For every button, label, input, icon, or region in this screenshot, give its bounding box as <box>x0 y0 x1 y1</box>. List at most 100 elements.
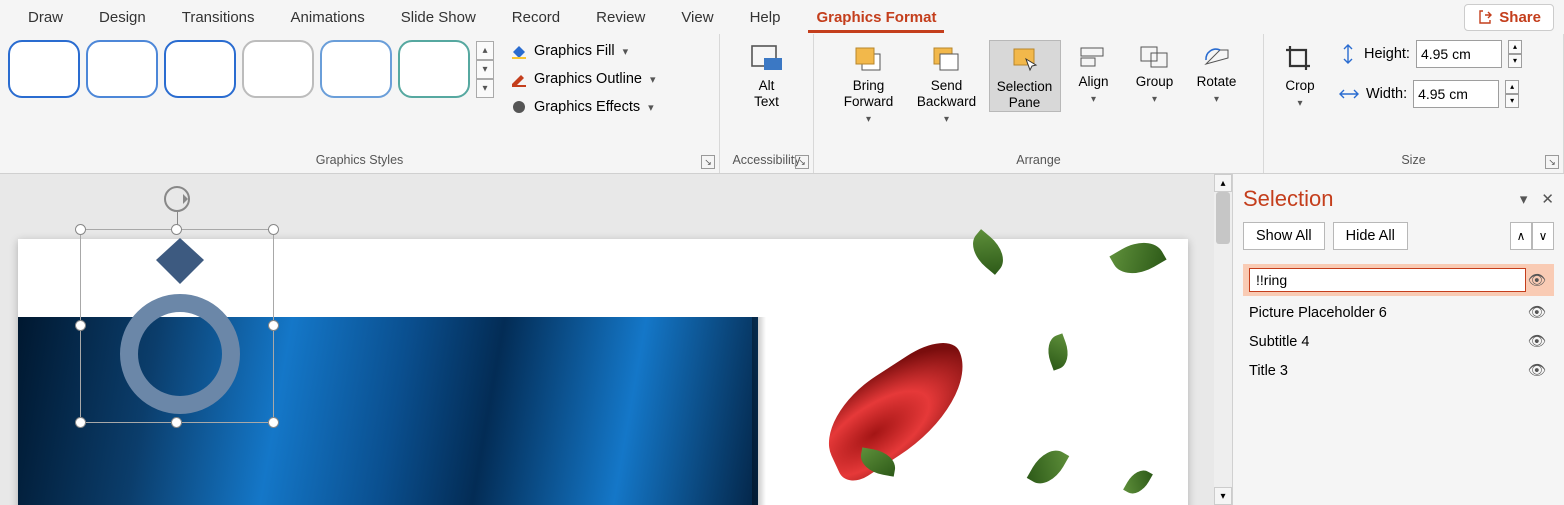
group-label-arrange: Arrange <box>822 151 1255 171</box>
leaf-6[interactable] <box>1123 465 1153 498</box>
gallery-more-icon[interactable]: ▾ <box>476 79 494 98</box>
gallery-up-icon[interactable]: ▴ <box>476 41 494 60</box>
leaf-5[interactable] <box>1027 443 1070 491</box>
group-size: Crop▾ Height: ▴▾ Width: ▴▾ Size ↘ <box>1264 34 1564 173</box>
tab-animations[interactable]: Animations <box>273 3 383 32</box>
height-spin-up[interactable]: ▴ <box>1508 40 1522 54</box>
scroll-thumb[interactable] <box>1216 192 1230 244</box>
size-launcher-icon[interactable]: ↘ <box>1545 155 1559 169</box>
pane-title: Selection <box>1243 186 1334 212</box>
selection-pane-icon <box>1008 45 1042 75</box>
selection-pane-label: Selection Pane <box>997 79 1053 111</box>
handle-ne[interactable] <box>268 224 279 235</box>
pane-item-label: Subtitle 4 <box>1249 334 1309 350</box>
style-thumb-1[interactable] <box>8 40 80 98</box>
pane-item-rename-input[interactable] <box>1249 268 1526 292</box>
handle-n[interactable] <box>171 224 182 235</box>
handle-sw[interactable] <box>75 417 86 428</box>
graphics-outline-button[interactable]: Graphics Outline▾ <box>506 68 660 90</box>
tab-transitions[interactable]: Transitions <box>164 3 273 32</box>
tab-draw[interactable]: Draw <box>10 3 81 32</box>
graphics-effects-button[interactable]: Graphics Effects▾ <box>506 96 660 118</box>
graphics-outline-label: Graphics Outline <box>534 71 642 87</box>
width-label: Width: <box>1366 86 1407 102</box>
group-accessibility: Alt Text Accessibility ↘ <box>720 34 814 173</box>
rotate-handle[interactable] <box>164 186 190 212</box>
handle-e[interactable] <box>268 320 279 331</box>
handle-w[interactable] <box>75 320 86 331</box>
style-thumb-6[interactable] <box>398 40 470 98</box>
pane-close-icon[interactable]: ✕ <box>1541 190 1554 208</box>
width-spin-down[interactable]: ▾ <box>1505 94 1519 108</box>
alt-text-label: Alt Text <box>754 78 779 110</box>
crop-icon <box>1284 44 1316 74</box>
bring-forward-button[interactable]: Bring Forward▾ <box>833 40 905 126</box>
tab-help[interactable]: Help <box>732 3 799 32</box>
eye-icon[interactable]: 👁 <box>1526 304 1548 321</box>
eye-icon[interactable]: 👁 <box>1526 333 1548 350</box>
align-button[interactable]: Align▾ <box>1067 40 1121 106</box>
handle-s[interactable] <box>171 417 182 428</box>
selection-pane-button[interactable]: Selection Pane <box>989 40 1061 112</box>
selection-box[interactable] <box>80 229 274 423</box>
style-thumb-3[interactable] <box>164 40 236 98</box>
show-all-button[interactable]: Show All <box>1243 222 1325 250</box>
height-input[interactable] <box>1416 40 1502 68</box>
style-thumb-4[interactable] <box>242 40 314 98</box>
crop-button[interactable]: Crop▾ <box>1272 40 1328 110</box>
ring-graphic[interactable] <box>105 238 255 414</box>
style-thumb-5[interactable] <box>320 40 392 98</box>
height-icon <box>1338 43 1358 65</box>
leaf-1[interactable] <box>964 229 1011 275</box>
ribbon: ▴ ▾ ▾ Graphics Fill▾ Graphics Outline▾ G… <box>0 34 1564 174</box>
handle-nw[interactable] <box>75 224 86 235</box>
pane-item-subtitle[interactable]: Subtitle 4 👁 <box>1243 329 1554 354</box>
leaf-3[interactable] <box>1043 333 1073 370</box>
reorder-up-icon[interactable]: ∧ <box>1510 222 1532 250</box>
graphics-fill-button[interactable]: Graphics Fill▾ <box>506 40 660 62</box>
handle-se[interactable] <box>268 417 279 428</box>
height-spin-down[interactable]: ▾ <box>1508 54 1522 68</box>
rotate-label: Rotate <box>1197 74 1237 90</box>
tab-design[interactable]: Design <box>81 3 164 32</box>
hide-all-button[interactable]: Hide All <box>1333 222 1408 250</box>
effects-icon <box>510 98 528 116</box>
eye-icon[interactable]: 👁 <box>1526 272 1548 289</box>
graphics-fill-label: Graphics Fill <box>534 43 615 59</box>
vertical-scrollbar[interactable]: ▴ ▾ <box>1214 174 1232 505</box>
alt-text-button[interactable]: Alt Text <box>731 40 803 110</box>
width-icon <box>1338 84 1360 104</box>
group-button[interactable]: Group▾ <box>1127 40 1183 106</box>
align-label: Align <box>1078 74 1108 90</box>
tab-slide-show[interactable]: Slide Show <box>383 3 494 32</box>
gallery-down-icon[interactable]: ▾ <box>476 60 494 79</box>
leaf-2[interactable] <box>1109 232 1166 283</box>
rotate-button[interactable]: Rotate▾ <box>1189 40 1245 106</box>
width-input[interactable] <box>1413 80 1499 108</box>
bucket-icon <box>510 42 528 60</box>
reorder-down-icon[interactable]: ∨ <box>1532 222 1554 250</box>
group-label-size: Size <box>1272 151 1555 171</box>
scroll-up-icon[interactable]: ▴ <box>1214 174 1232 192</box>
style-thumb-2[interactable] <box>86 40 158 98</box>
pane-item-picture-placeholder[interactable]: Picture Placeholder 6 👁 <box>1243 300 1554 325</box>
scroll-down-icon[interactable]: ▾ <box>1214 487 1232 505</box>
group-icon <box>1138 44 1172 70</box>
pane-item-title[interactable]: Title 3 👁 <box>1243 358 1554 383</box>
pane-options-icon[interactable]: ▾ <box>1520 190 1528 208</box>
tab-record[interactable]: Record <box>494 3 578 32</box>
group-label: Group <box>1136 74 1174 90</box>
accessibility-launcher-icon[interactable]: ↘ <box>795 155 809 169</box>
share-button[interactable]: Share <box>1464 4 1554 31</box>
styles-launcher-icon[interactable]: ↘ <box>701 155 715 169</box>
flower-graphic[interactable] <box>813 329 982 490</box>
send-backward-button[interactable]: Send Backward▾ <box>911 40 983 126</box>
width-spin-up[interactable]: ▴ <box>1505 80 1519 94</box>
eye-icon[interactable]: 👁 <box>1526 362 1548 379</box>
group-arrange: Bring Forward▾ Send Backward▾ Selection … <box>814 34 1264 173</box>
tab-view[interactable]: View <box>663 3 731 32</box>
pane-item-ring[interactable]: 👁 <box>1243 264 1554 296</box>
tab-graphics-format[interactable]: Graphics Format <box>798 3 954 32</box>
tab-review[interactable]: Review <box>578 3 663 32</box>
canvas-area[interactable]: ▴ ▾ <box>0 174 1232 505</box>
